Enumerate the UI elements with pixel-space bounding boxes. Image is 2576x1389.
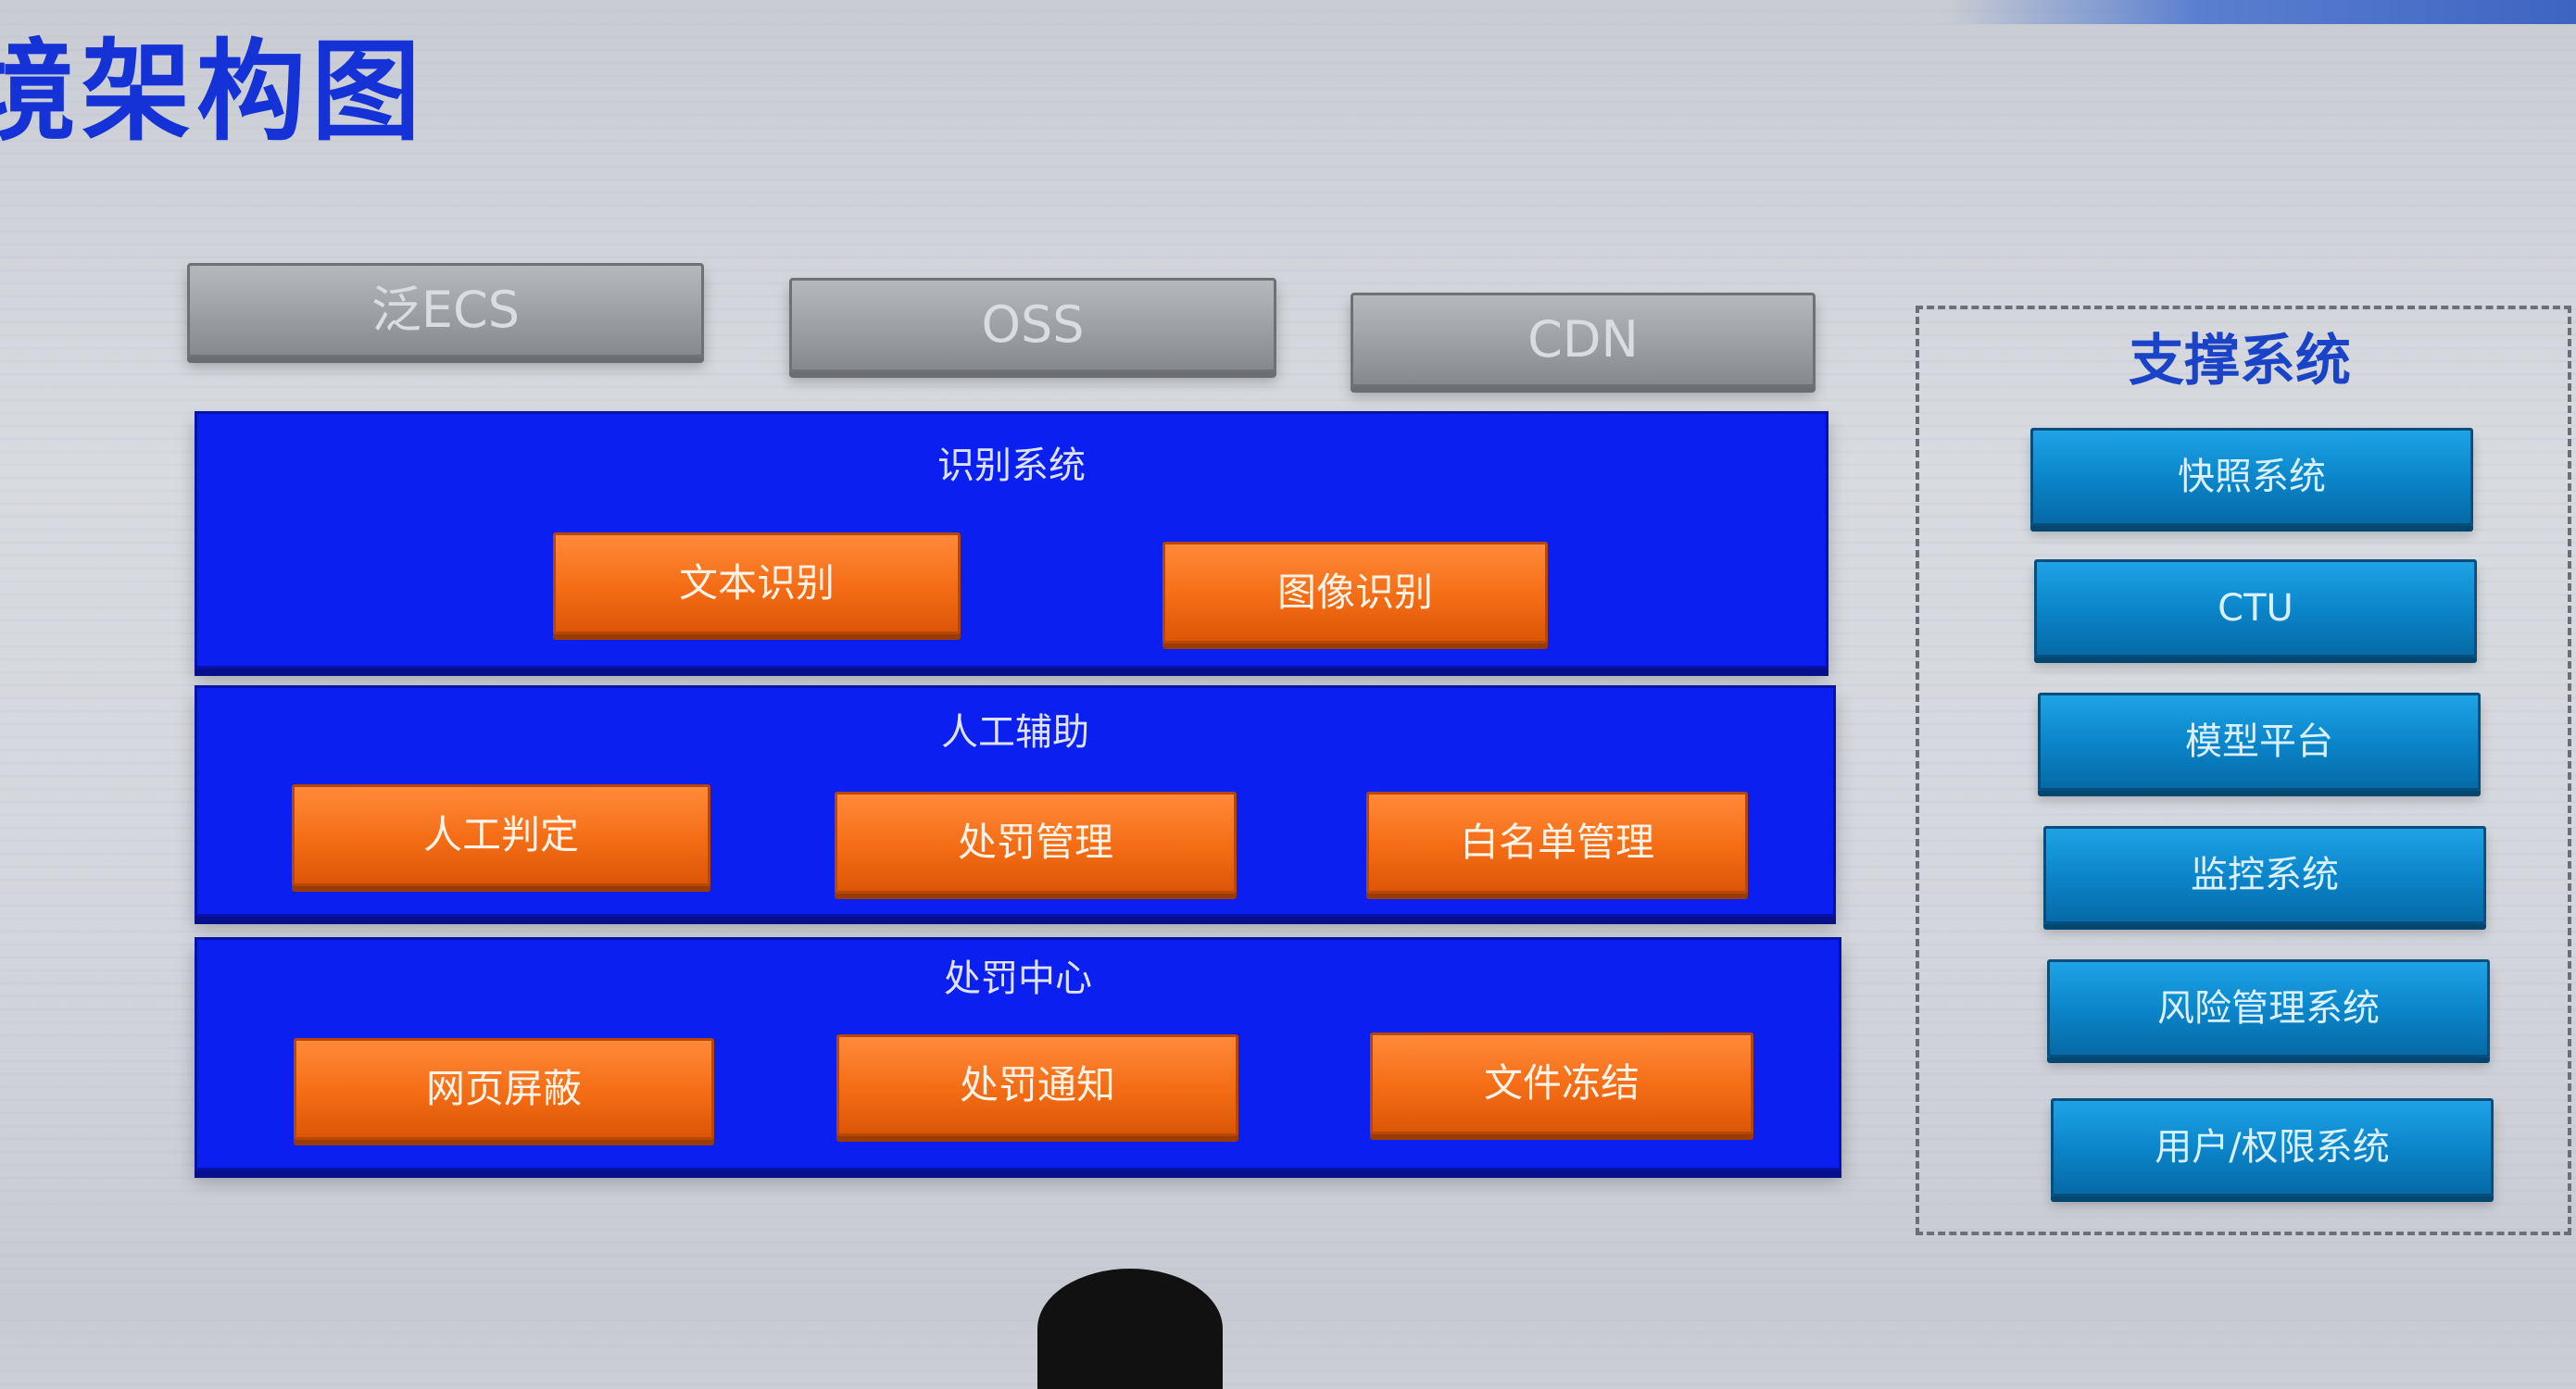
support-risk-management-system: 风险管理系统	[2047, 959, 2490, 1057]
support-user-permission-system: 用户/权限系统	[2051, 1098, 2494, 1196]
support-ctu: CTU	[2034, 559, 2477, 657]
page-title: 境架构图	[0, 28, 427, 156]
layer-penalty-center-panel: 处罚中心 网页屏蔽 处罚通知 文件冻结	[195, 937, 1841, 1170]
support-system-title: 支撑系统	[2129, 329, 2351, 394]
module-image-recognition: 图像识别	[1162, 542, 1548, 644]
infra-ecs-button: 泛ECS	[187, 263, 704, 357]
module-webpage-block: 网页屏蔽	[294, 1038, 714, 1140]
support-model-platform: 模型平台	[2038, 693, 2481, 791]
infra-cdn-button: CDN	[1351, 293, 1816, 387]
module-manual-judgement: 人工判定	[292, 784, 710, 886]
layer-recognition-title: 识别系统	[937, 444, 1086, 487]
module-text-recognition: 文本识别	[553, 532, 961, 634]
support-snapshot-system: 快照系统	[2030, 428, 2473, 526]
infra-oss-button: OSS	[789, 278, 1276, 372]
layer-penalty-center-title: 处罚中心	[944, 957, 1092, 1000]
module-file-freeze: 文件冻结	[1370, 1032, 1753, 1134]
top-accent-band	[1945, 0, 2576, 24]
layer-manual-assist-title: 人工辅助	[941, 711, 1089, 754]
audience-head-silhouette	[1037, 1269, 1223, 1389]
module-penalty-notice: 处罚通知	[836, 1034, 1238, 1136]
module-whitelist-management: 白名单管理	[1366, 792, 1748, 894]
module-penalty-management: 处罚管理	[835, 792, 1237, 894]
layer-recognition-panel: 识别系统 文本识别 图像识别	[195, 411, 1828, 669]
support-monitoring-system: 监控系统	[2043, 826, 2486, 924]
layer-manual-assist-panel: 人工辅助 人工判定 处罚管理 白名单管理	[195, 685, 1836, 917]
